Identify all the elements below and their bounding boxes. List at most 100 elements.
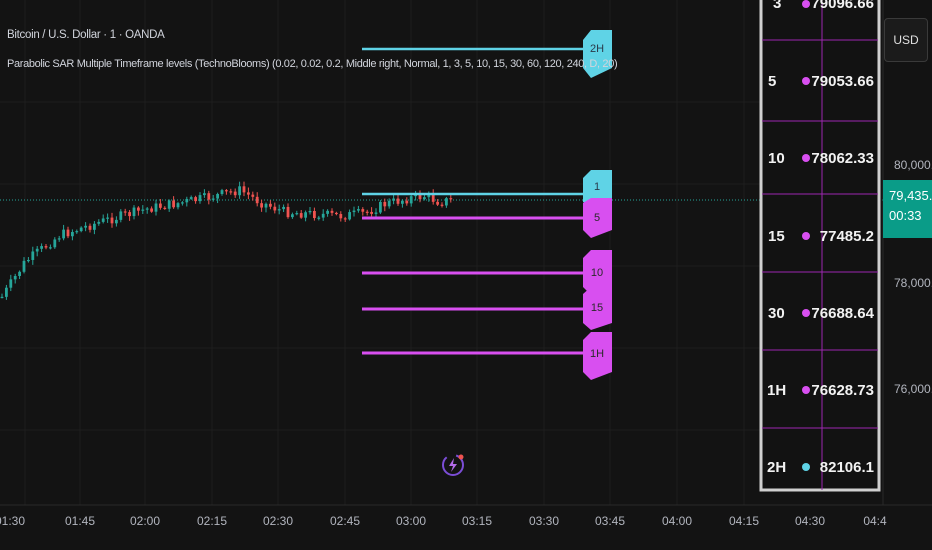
candle-body [115,219,118,224]
table-row-value: 76688.64 [811,305,874,322]
candle-body [119,211,123,220]
current-price: 79,435.1 [889,188,932,203]
sar-table: 3 79096.66 5 79053.66 10 78062.33 15 774… [759,0,881,492]
candle-body [128,212,131,217]
candle-body [361,209,365,212]
candle-body [18,271,21,277]
price-label: 80,000.0 [894,158,932,172]
price-axis[interactable]: 80,000.0 78,000.0 76,000.0 [882,0,932,505]
price-label: 76,000.0 [894,382,932,396]
time-label: 02:00 [130,514,160,528]
candle-body [141,209,145,211]
candle-body [374,212,378,214]
candle-body [207,193,211,200]
candle-body [255,196,259,204]
candle-body [269,203,272,207]
candle-body [216,193,219,199]
candle-body [273,206,277,211]
time-label: 01:45 [65,514,95,528]
price-chart[interactable]: 2H 1 5 10 15 1H 01:30 01:45 02 [0,0,932,550]
candle-body [22,260,26,272]
sar-tag-5-label: 5 [594,212,600,224]
candle-body [176,203,180,208]
time-axis[interactable]: 01:30 01:45 02:00 02:15 02:30 02:45 03:0… [0,514,887,528]
candle-body [53,239,57,248]
candle-body [9,279,13,288]
candle-body [308,210,312,213]
candle-body [370,211,373,214]
table-row-value: 77485.2 [820,228,874,245]
time-label: 03:15 [462,514,492,528]
table-row: 1H 76628.73 [767,382,874,399]
table-row-timeframe: 2H [767,459,786,476]
table-row-timeframe: 15 [768,228,785,245]
candle-body [35,248,39,252]
candle-body [0,296,4,299]
candle-body [57,238,61,240]
candle-body [379,201,382,213]
candle-body [84,225,87,228]
table-row: 30 76688.64 [768,305,875,322]
candle-body [189,197,193,199]
current-price-tag: 79,435.1 00:33 [883,180,932,238]
candle-body [277,209,281,211]
candle-body [291,214,294,218]
candle-body [185,198,189,203]
sar-tag-15-label: 15 [591,302,603,314]
candle-body [365,211,369,213]
candle-body [251,194,255,197]
currency-button[interactable]: USD [884,18,928,62]
sar-tag-5: 5 [583,198,612,238]
candle-body [295,213,299,215]
candle-body [317,217,321,219]
candle-body [159,203,162,208]
candle-body [423,197,426,200]
candle-body [31,251,35,260]
candle-body [132,207,136,217]
sar-tag-1h-label: 1H [590,348,604,360]
table-row: 15 77485.2 [768,228,874,245]
sar-tag-1-label: 1 [594,181,600,193]
candle-body [110,217,114,224]
table-row-value: 76628.73 [811,382,874,399]
table-row-value: 79096.66 [811,0,874,12]
candle-body [167,200,171,209]
sar-level-tags: 2H 1 5 10 15 1H [583,30,612,380]
candle-body [401,200,404,204]
candle-body [150,208,153,212]
candle-body [242,186,246,193]
table-row-dot [802,0,810,8]
candlesticks [0,181,453,300]
time-label: 03:30 [529,514,559,528]
indicator-legend[interactable]: Parabolic SAR Multiple Timeframe levels … [7,58,618,70]
time-label: 03:45 [595,514,625,528]
table-row-timeframe: 5 [768,73,776,90]
candle-body [145,208,149,210]
candle-body [409,196,413,204]
candle-body [137,207,140,211]
sar-tag-10-label: 10 [591,267,603,279]
table-row-dot [802,463,810,471]
candle-body [233,191,237,196]
candle-body [387,200,391,207]
candle-body [198,195,202,202]
candle-body [247,192,250,195]
table-row-dot [802,309,810,317]
candle-body [299,213,303,218]
table-row-value: 79053.66 [811,73,874,90]
time-label: 04:4 [863,514,887,528]
time-label: 04:15 [729,514,759,528]
candle-body [194,197,197,202]
candle-body [203,193,206,196]
candle-body [154,203,158,212]
candle-body [75,231,79,233]
candle-body [66,229,70,237]
candle-body [260,203,263,208]
sar-tag-2h: 2H [583,30,612,78]
bar-countdown: 00:33 [889,208,922,223]
candle-body [225,190,228,192]
candle-body [321,213,325,218]
symbol-title[interactable]: Bitcoin / U.S. Dollar · 1 · OANDA [7,29,165,41]
candle-body [13,276,17,280]
candle-body [383,201,387,207]
